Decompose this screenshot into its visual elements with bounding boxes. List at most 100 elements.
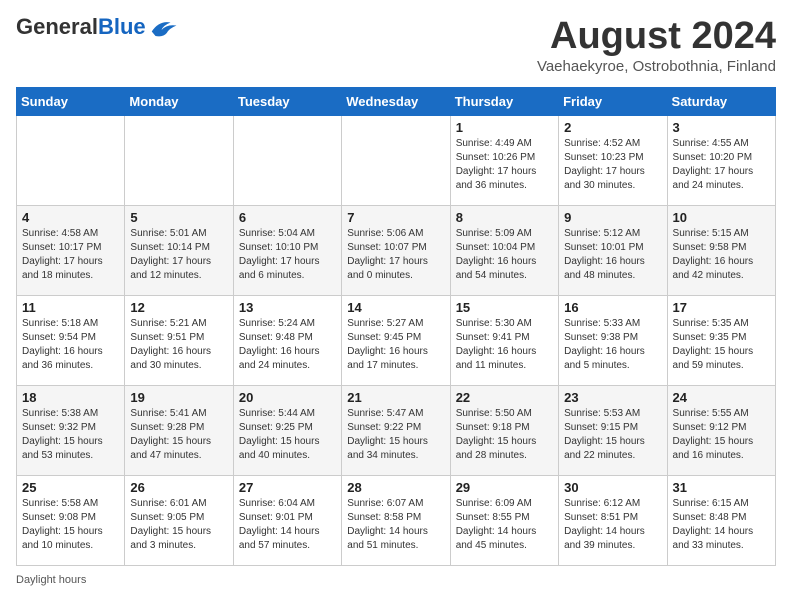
day-info: Sunrise: 5:33 AMSunset: 9:38 PMDaylight:… — [564, 317, 661, 373]
day-number: 17 — [673, 300, 770, 315]
calendar-cell: 31 Sunrise: 6:15 AMSunset: 8:48 PMDayligh… — [667, 475, 775, 565]
month-year-title: August 2024 — [537, 16, 776, 58]
day-info: Sunrise: 5:21 AMSunset: 9:51 PMDaylight:… — [130, 317, 227, 373]
day-info: Sunrise: 4:55 AMSunset: 10:20 PMDaylight… — [673, 137, 770, 193]
day-info: Sunrise: 5:44 AMSunset: 9:25 PMDaylight:… — [239, 407, 336, 463]
calendar-cell: 10Sunrise: 5:15 AMSunset: 9:58 PMDayligh… — [667, 205, 775, 295]
calendar-cell — [342, 115, 450, 205]
calendar-cell: 24 Sunrise: 5:55 AMSunset: 9:12 PMDayligh… — [667, 385, 775, 475]
weekday-header-tuesday: Tuesday — [233, 87, 341, 115]
calendar-cell: 25 Sunrise: 5:58 AMSunset: 9:08 PMDayligh… — [17, 475, 125, 565]
weekday-header-monday: Monday — [125, 87, 233, 115]
logo-general: General — [16, 14, 98, 39]
day-info: Sunrise: 5:47 AMSunset: 9:22 PMDaylight:… — [347, 407, 444, 463]
calendar-cell: 13 Sunrise: 5:24 AMSunset: 9:48 PMDayligh… — [233, 295, 341, 385]
calendar-cell: 19 Sunrise: 5:41 AMSunset: 9:28 PMDayligh… — [125, 385, 233, 475]
calendar-cell: 27 Sunrise: 6:04 AMSunset: 9:01 PMDayligh… — [233, 475, 341, 565]
day-info: Sunrise: 5:53 AMSunset: 9:15 PMDaylight:… — [564, 407, 661, 463]
weekday-header-row: SundayMondayTuesdayWednesdayThursdayFrid… — [17, 87, 776, 115]
day-info: Sunrise: 5:38 AMSunset: 9:32 PMDaylight:… — [22, 407, 119, 463]
day-number: 16 — [564, 300, 661, 315]
calendar-cell: 5Sunrise: 5:01 AMSunset: 10:14 PMDayligh… — [125, 205, 233, 295]
day-number: 7 — [347, 210, 444, 225]
calendar-cell: 16 Sunrise: 5:33 AMSunset: 9:38 PMDayligh… — [559, 295, 667, 385]
day-info: Sunrise: 5:24 AMSunset: 9:48 PMDaylight:… — [239, 317, 336, 373]
day-number: 30 — [564, 480, 661, 495]
logo-blue: Blue — [98, 14, 146, 39]
day-info: Sunrise: 5:41 AMSunset: 9:28 PMDaylight:… — [130, 407, 227, 463]
day-info: Sunrise: 5:55 AMSunset: 9:12 PMDaylight:… — [673, 407, 770, 463]
day-number: 8 — [456, 210, 553, 225]
calendar-cell: 28 Sunrise: 6:07 AMSunset: 8:58 PMDayligh… — [342, 475, 450, 565]
logo: GeneralBlue — [16, 16, 178, 38]
day-info: Sunrise: 4:58 AMSunset: 10:17 PMDaylight… — [22, 227, 119, 283]
day-number: 12 — [130, 300, 227, 315]
day-number: 27 — [239, 480, 336, 495]
day-number: 31 — [673, 480, 770, 495]
day-info: Sunrise: 6:01 AMSunset: 9:05 PMDaylight:… — [130, 497, 227, 553]
day-number: 10 — [673, 210, 770, 225]
calendar-cell: 8Sunrise: 5:09 AMSunset: 10:04 PMDayligh… — [450, 205, 558, 295]
logo-bird-icon — [148, 16, 178, 38]
calendar-cell: 23 Sunrise: 5:53 AMSunset: 9:15 PMDayligh… — [559, 385, 667, 475]
day-info: Sunrise: 6:04 AMSunset: 9:01 PMDaylight:… — [239, 497, 336, 553]
day-number: 13 — [239, 300, 336, 315]
day-number: 3 — [673, 120, 770, 135]
day-number: 21 — [347, 390, 444, 405]
day-number: 29 — [456, 480, 553, 495]
day-info: Sunrise: 4:52 AMSunset: 10:23 PMDaylight… — [564, 137, 661, 193]
weekday-header-thursday: Thursday — [450, 87, 558, 115]
day-info: Sunrise: 5:58 AMSunset: 9:08 PMDaylight:… — [22, 497, 119, 553]
week-row-2: 4 Sunrise: 4:58 AMSunset: 10:17 PMDayligh… — [17, 205, 776, 295]
day-number: 22 — [456, 390, 553, 405]
day-number: 28 — [347, 480, 444, 495]
logo-text: GeneralBlue — [16, 16, 146, 38]
day-info: Sunrise: 5:50 AMSunset: 9:18 PMDaylight:… — [456, 407, 553, 463]
calendar-cell: 6Sunrise: 5:04 AMSunset: 10:10 PMDayligh… — [233, 205, 341, 295]
day-number: 2 — [564, 120, 661, 135]
calendar-cell: 11Sunrise: 5:18 AMSunset: 9:54 PMDayligh… — [17, 295, 125, 385]
day-number: 25 — [22, 480, 119, 495]
footer-note: Daylight hours — [16, 574, 776, 586]
calendar-cell: 15 Sunrise: 5:30 AMSunset: 9:41 PMDayligh… — [450, 295, 558, 385]
calendar-cell: 20 Sunrise: 5:44 AMSunset: 9:25 PMDayligh… — [233, 385, 341, 475]
weekday-header-saturday: Saturday — [667, 87, 775, 115]
location-subtitle: Vaehaekyroe, Ostrobothnia, Finland — [537, 58, 776, 75]
calendar-cell: 22 Sunrise: 5:50 AMSunset: 9:18 PMDayligh… — [450, 385, 558, 475]
calendar-cell: 30 Sunrise: 6:12 AMSunset: 8:51 PMDayligh… — [559, 475, 667, 565]
day-number: 19 — [130, 390, 227, 405]
day-info: Sunrise: 6:12 AMSunset: 8:51 PMDaylight:… — [564, 497, 661, 553]
day-info: Sunrise: 5:18 AMSunset: 9:54 PMDaylight:… — [22, 317, 119, 373]
calendar-cell — [125, 115, 233, 205]
page-header: GeneralBlue August 2024 Vaehaekyroe, Ost… — [16, 16, 776, 75]
calendar-cell: 7Sunrise: 5:06 AMSunset: 10:07 PMDayligh… — [342, 205, 450, 295]
day-info: Sunrise: 5:12 AMSunset: 10:01 PMDaylight… — [564, 227, 661, 283]
day-number: 23 — [564, 390, 661, 405]
calendar-cell: 18Sunrise: 5:38 AMSunset: 9:32 PMDayligh… — [17, 385, 125, 475]
day-number: 9 — [564, 210, 661, 225]
calendar-cell: 26Sunrise: 6:01 AMSunset: 9:05 PMDayligh… — [125, 475, 233, 565]
day-number: 14 — [347, 300, 444, 315]
day-number: 20 — [239, 390, 336, 405]
day-number: 15 — [456, 300, 553, 315]
day-info: Sunrise: 6:15 AMSunset: 8:48 PMDaylight:… — [673, 497, 770, 553]
calendar-cell: 21 Sunrise: 5:47 AMSunset: 9:22 PMDayligh… — [342, 385, 450, 475]
day-number: 1 — [456, 120, 553, 135]
weekday-header-friday: Friday — [559, 87, 667, 115]
day-number: 24 — [673, 390, 770, 405]
day-info: Sunrise: 5:30 AMSunset: 9:41 PMDaylight:… — [456, 317, 553, 373]
day-info: Sunrise: 6:07 AMSunset: 8:58 PMDaylight:… — [347, 497, 444, 553]
week-row-1: 1 Sunrise: 4:49 AMSunset: 10:26 PMDayligh… — [17, 115, 776, 205]
day-number: 6 — [239, 210, 336, 225]
day-info: Sunrise: 5:01 AMSunset: 10:14 PMDaylight… — [130, 227, 227, 283]
weekday-header-sunday: Sunday — [17, 87, 125, 115]
day-info: Sunrise: 5:35 AMSunset: 9:35 PMDaylight:… — [673, 317, 770, 373]
calendar-cell: 2 Sunrise: 4:52 AMSunset: 10:23 PMDayligh… — [559, 115, 667, 205]
day-info: Sunrise: 4:49 AMSunset: 10:26 PMDaylight… — [456, 137, 553, 193]
week-row-5: 25 Sunrise: 5:58 AMSunset: 9:08 PMDayligh… — [17, 475, 776, 565]
title-block: August 2024 Vaehaekyroe, Ostrobothnia, F… — [537, 16, 776, 75]
calendar-cell: 12 Sunrise: 5:21 AMSunset: 9:51 PMDayligh… — [125, 295, 233, 385]
calendar-cell: 14Sunrise: 5:27 AMSunset: 9:45 PMDayligh… — [342, 295, 450, 385]
calendar-cell — [233, 115, 341, 205]
day-number: 4 — [22, 210, 119, 225]
